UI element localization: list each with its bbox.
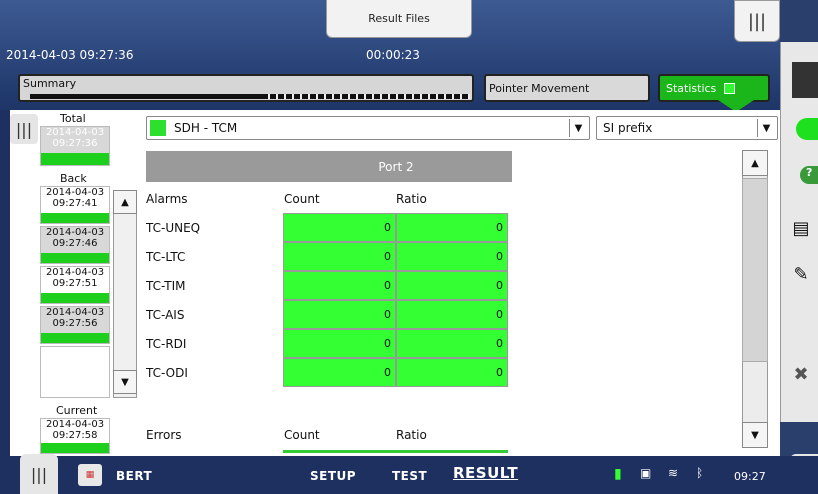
current-snapshot[interactable]: 2014-04-03 09:27:58 xyxy=(40,418,110,454)
alarm-count-cell: 0 xyxy=(283,329,396,358)
current-label: Current xyxy=(56,404,98,417)
snapshot-status-bar xyxy=(41,333,109,343)
errors-divider xyxy=(283,450,508,453)
alarms-count-header: Count xyxy=(284,192,320,206)
snapshot-empty-slot xyxy=(40,346,110,398)
dark-tool-button[interactable] xyxy=(792,62,818,98)
alarm-count-cell: 0 xyxy=(283,213,396,242)
alarms-ratio-header: Ratio xyxy=(396,192,427,206)
bottom-left-grip[interactable]: ||| xyxy=(20,454,58,494)
total-date: 2014-04-03 xyxy=(45,127,105,138)
test-nav[interactable]: TEST xyxy=(392,469,427,483)
table-scroll-thumb[interactable] xyxy=(742,178,768,362)
errors-ratio-header: Ratio xyxy=(396,428,427,442)
clock-label: 09:27 xyxy=(734,470,766,483)
alarm-ratio-cell: 0 xyxy=(396,329,508,358)
prefix-select-value: SI prefix xyxy=(603,121,653,135)
back-label: Back xyxy=(60,172,87,185)
alarm-ratio-cell: 0 xyxy=(396,358,508,387)
current-time: 09:27:58 xyxy=(52,430,98,441)
snapshot-item[interactable]: 2014-04-03 09:27:46 xyxy=(40,226,110,264)
alarm-count-cell: 0 xyxy=(283,271,396,300)
total-time: 09:27:36 xyxy=(52,138,98,149)
alarm-count-cell: 0 xyxy=(283,300,396,329)
snapshot-time: 09:27:41 xyxy=(52,198,98,209)
port-header: Port 2 xyxy=(280,151,512,182)
total-snapshot[interactable]: 2014-04-03 09:27:36 xyxy=(40,126,110,166)
summary-label: Summary xyxy=(23,77,77,90)
alarm-name: TC-LTC xyxy=(146,250,186,264)
report-icon[interactable]: ▤ xyxy=(784,210,818,246)
status-green-icon xyxy=(796,118,818,140)
summary-tab[interactable]: Summary xyxy=(18,74,474,102)
setup-nav[interactable]: SETUP xyxy=(310,469,356,483)
chevron-down-icon: ▼ xyxy=(569,119,587,137)
alarm-count-cell: 0 xyxy=(283,358,396,387)
wifi-icon: ≋ xyxy=(668,466,679,480)
current-status-bar xyxy=(41,443,109,453)
statistics-tab[interactable]: Statistics xyxy=(658,74,770,102)
snapshot-date: 2014-04-03 xyxy=(45,307,105,318)
snapshot-item[interactable]: 2014-04-03 09:27:41 xyxy=(40,186,110,224)
top-grip-handle[interactable]: ||| xyxy=(734,0,780,42)
bert-app-icon[interactable]: ▦ xyxy=(78,464,102,486)
chevron-down-icon: ▼ xyxy=(757,119,775,137)
camera-icon: ▣ xyxy=(640,466,652,480)
help-icon[interactable]: ? xyxy=(800,166,818,184)
alarm-ratio-cell: 0 xyxy=(396,213,508,242)
signal-select-value: SDH - TCM xyxy=(174,121,238,135)
snapshot-item[interactable]: 2014-04-03 09:27:56 xyxy=(40,306,110,344)
datetime-label: 2014-04-03 09:27:36 xyxy=(6,48,134,62)
snapshot-date: 2014-04-03 xyxy=(45,187,105,198)
table-header-blank xyxy=(146,151,280,182)
alarm-ratio-cell: 0 xyxy=(396,271,508,300)
snapshot-scroll-up-icon[interactable]: ▲ xyxy=(113,190,137,214)
alarms-heading: Alarms xyxy=(146,192,188,206)
statistics-label: Statistics xyxy=(666,81,717,95)
result-nav[interactable]: RESULT xyxy=(453,464,518,482)
total-label: Total xyxy=(60,112,86,125)
bluetooth-icon: ᛒ xyxy=(696,466,704,480)
alarm-name: TC-AIS xyxy=(146,308,185,322)
snapshot-status-bar xyxy=(41,253,109,263)
alarm-name: TC-ODI xyxy=(146,366,188,380)
prefix-select[interactable]: SI prefix ▼ xyxy=(596,116,778,140)
statistics-status-icon xyxy=(724,82,736,94)
notes-icon[interactable]: ✎ xyxy=(784,256,818,292)
total-status-bar xyxy=(41,153,109,165)
errors-count-header: Count xyxy=(284,428,320,442)
current-date: 2014-04-03 xyxy=(45,419,105,430)
elapsed-time: 00:00:23 xyxy=(366,48,420,62)
pointer-movement-label: Pointer Movement xyxy=(489,81,590,95)
alarm-ratio-cell: 0 xyxy=(396,242,508,271)
alarm-name: TC-TIM xyxy=(146,279,186,293)
result-files-tab[interactable]: Result Files xyxy=(326,0,472,38)
snapshot-scrollbar[interactable] xyxy=(113,190,137,398)
alarm-name: TC-RDI xyxy=(146,337,187,351)
snapshot-item[interactable]: 2014-04-03 09:27:51 xyxy=(40,266,110,304)
snapshot-time: 09:27:46 xyxy=(52,238,98,249)
summary-progress-fill xyxy=(30,94,266,99)
errors-heading: Errors xyxy=(146,428,182,442)
snapshot-status-bar xyxy=(41,213,109,223)
signal-select[interactable]: SDH - TCM ▼ xyxy=(146,116,590,140)
pointer-movement-tab[interactable]: Pointer Movement xyxy=(484,74,650,102)
snapshot-time: 09:27:51 xyxy=(52,278,98,289)
alarm-count-cell: 0 xyxy=(283,242,396,271)
scroll-up-icon[interactable]: ▲ xyxy=(742,150,768,176)
app-name: BERT xyxy=(116,469,153,483)
snapshot-date: 2014-04-03 xyxy=(45,267,105,278)
snapshot-date: 2014-04-03 xyxy=(45,227,105,238)
tools-icon[interactable]: ✖ xyxy=(784,356,818,392)
alarm-name: TC-UNEQ xyxy=(146,221,201,235)
scroll-down-icon[interactable]: ▼ xyxy=(742,422,768,448)
alarm-ratio-cell: 0 xyxy=(396,300,508,329)
left-grip-handle[interactable]: ||| xyxy=(10,114,38,144)
signal-status-icon xyxy=(150,120,166,136)
battery-icon: ▮ xyxy=(614,466,622,482)
snapshot-time: 09:27:56 xyxy=(52,318,98,329)
snapshot-scroll-down-icon[interactable]: ▼ xyxy=(113,370,137,394)
snapshot-status-bar xyxy=(41,293,109,303)
